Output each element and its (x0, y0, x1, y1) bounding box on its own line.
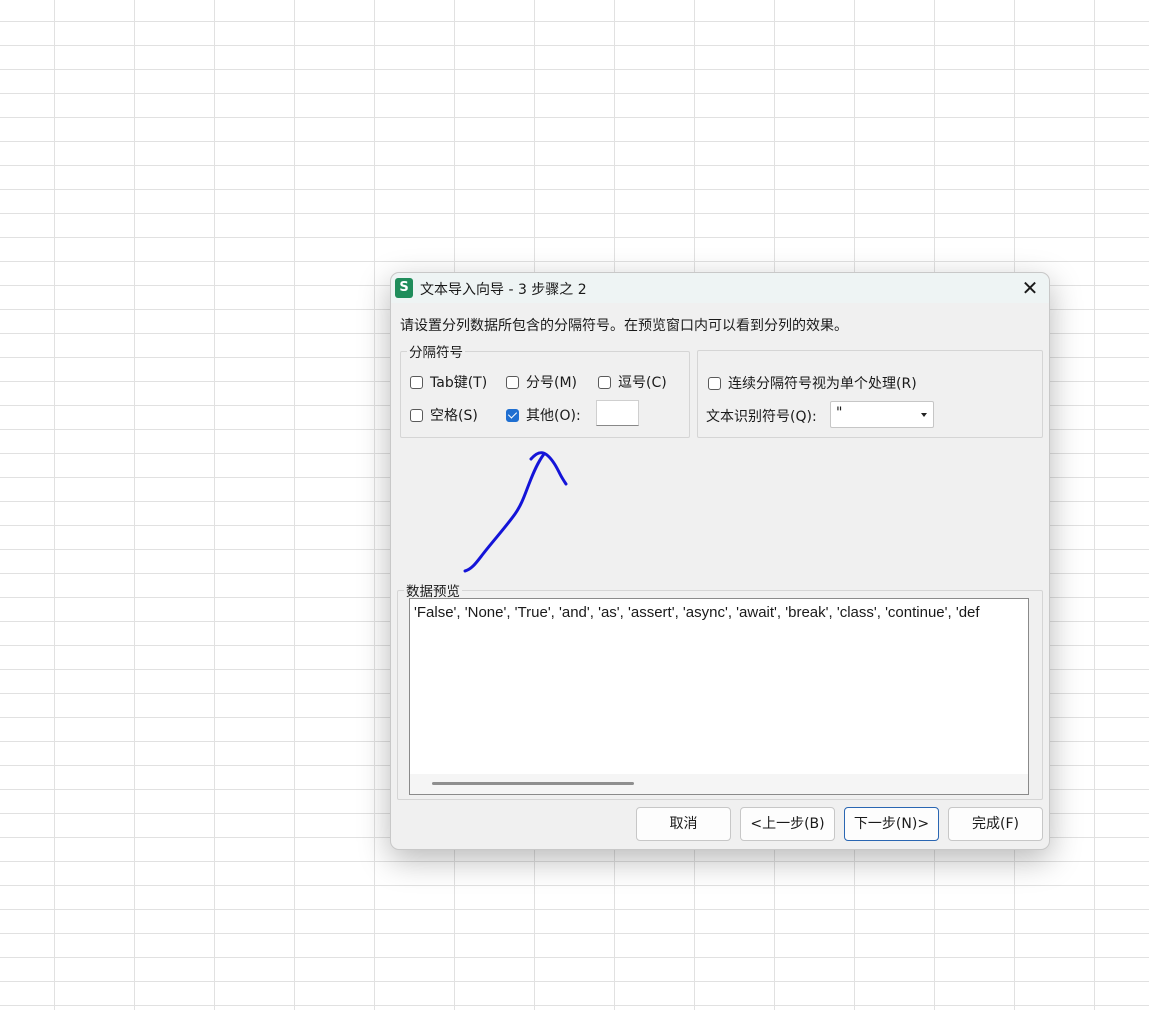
consecutive-delimiters-checkbox-box[interactable] (708, 376, 721, 390)
tab-checkbox-box[interactable] (410, 375, 423, 389)
space-checkbox[interactable]: 空格(S) (410, 405, 478, 425)
back-button[interactable]: <上一步(B) (740, 807, 835, 841)
other-checkbox[interactable]: 其他(O): (506, 405, 581, 425)
delimiter-group-legend: 分隔符号 (409, 345, 463, 361)
data-preview-legend: 数据预览 (406, 584, 460, 600)
text-import-wizard-dialog: S 文本导入向导 - 3 步骤之 2 ✕ 请设置分列数据所包含的分隔符号。在预览… (390, 272, 1050, 850)
comma-checkbox-box[interactable] (598, 375, 611, 389)
space-checkbox-label: 空格(S) (430, 408, 478, 424)
other-delimiter-input[interactable] (596, 400, 639, 426)
chevron-down-icon (921, 413, 927, 417)
spreadsheet-app-icon: S (395, 278, 413, 298)
close-icon[interactable]: ✕ (1017, 276, 1043, 300)
dialog-title: 文本导入向导 - 3 步骤之 2 (420, 282, 587, 298)
comma-checkbox[interactable]: 逗号(C) (598, 372, 667, 392)
text-qualifier-value: " (836, 405, 843, 421)
semicolon-checkbox-box[interactable] (506, 375, 519, 389)
text-qualifier-label: 文本识别符号(Q): (706, 409, 817, 425)
scrollbar-thumb[interactable] (432, 782, 634, 785)
semicolon-checkbox-label: 分号(M) (526, 375, 578, 391)
dialog-titlebar: S 文本导入向导 - 3 步骤之 2 ✕ (391, 273, 1049, 303)
text-qualifier-select[interactable]: " (830, 401, 934, 428)
space-checkbox-box[interactable] (410, 408, 423, 422)
data-preview-area[interactable]: 'False', 'None', 'True', 'and', 'as', 'a… (409, 598, 1029, 795)
other-checkbox-box[interactable] (506, 408, 519, 422)
semicolon-checkbox[interactable]: 分号(M) (506, 372, 577, 392)
finish-button[interactable]: 完成(F) (948, 807, 1043, 841)
other-checkbox-label: 其他(O): (526, 408, 581, 424)
horizontal-scrollbar[interactable] (410, 774, 1028, 794)
tab-checkbox[interactable]: Tab键(T) (410, 372, 487, 392)
preview-row: 'False', 'None', 'True', 'and', 'as', 'a… (414, 604, 980, 621)
cancel-button[interactable]: 取消 (636, 807, 731, 841)
comma-checkbox-label: 逗号(C) (618, 375, 667, 391)
tab-checkbox-label: Tab键(T) (430, 375, 488, 391)
instruction-text: 请设置分列数据所包含的分隔符号。在预览窗口内可以看到分列的效果。 (400, 318, 848, 334)
consecutive-delimiters-checkbox[interactable]: 连续分隔符号视为单个处理(R) (708, 373, 917, 393)
consecutive-delimiters-label: 连续分隔符号视为单个处理(R) (728, 376, 917, 392)
next-button[interactable]: 下一步(N)> (844, 807, 939, 841)
